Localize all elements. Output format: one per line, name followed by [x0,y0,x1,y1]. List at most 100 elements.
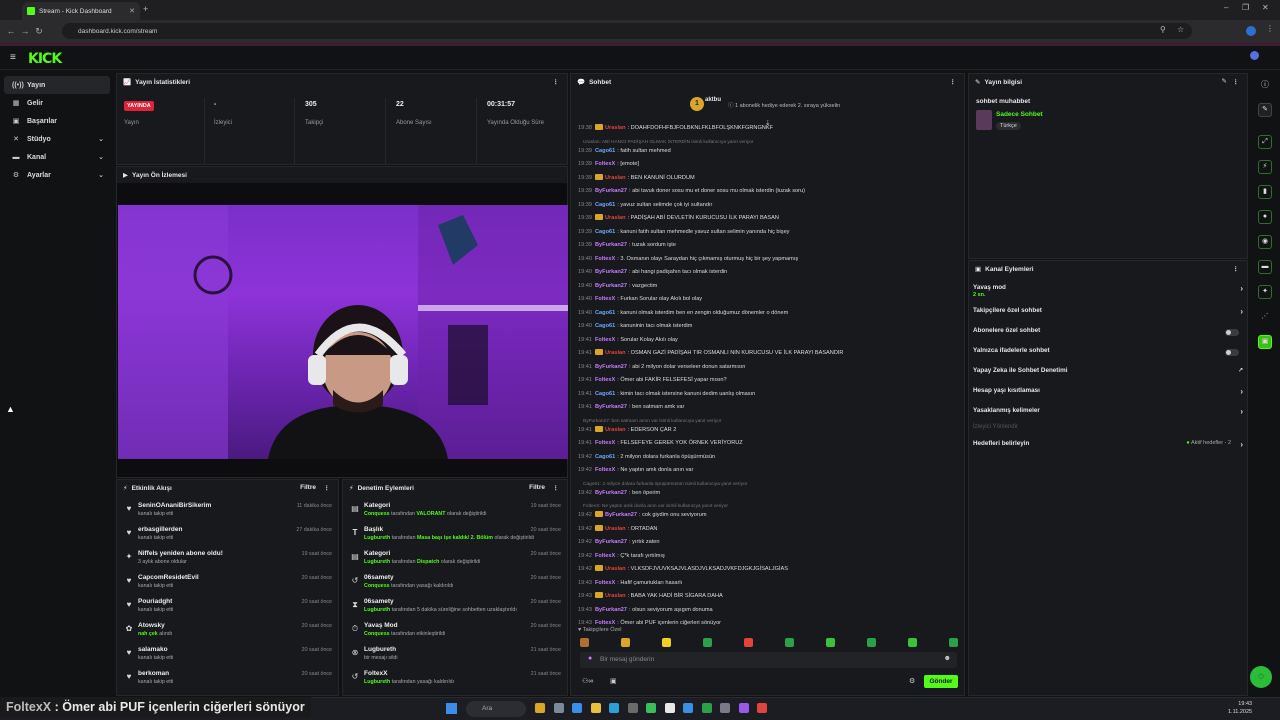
chat-username[interactable]: ByFurkan27 [595,242,627,248]
chat-username[interactable]: Cago61 [595,202,615,208]
taskbar-search[interactable]: Ara [466,701,526,717]
chat-message[interactable]: 19:39 ByFurkan27: abi tavuk doner sosu mu… [578,187,963,195]
category-name[interactable]: Sadece Sohbet [996,111,1043,118]
chat-message[interactable]: 19:41 ByFurkan27: ben satmam amk var [578,403,963,411]
emote-icon[interactable] [621,638,630,647]
channel-action-row[interactable]: Yapay Zeka ile Sohbet Denetimi ↗ [973,367,1243,381]
chat-username[interactable]: FoltexX [595,620,615,626]
chat-message[interactable]: 19:42 FoltexX: Ç*k tarafı yırtılmış [578,552,963,560]
taskbar-app-icon[interactable] [646,703,656,713]
activity-item[interactable]: ♥ erbasgillerden kanalı takip etti 27 dakik… [120,524,338,548]
chat-message[interactable]: 19:39 ByFurkan27: tuzak sordum işte [578,241,963,249]
rail-nodes-icon[interactable]: ⋰ [1258,310,1272,324]
browser-tab[interactable]: Stream - Kick Dashboard ✕ [22,2,140,20]
moderation-filter-button[interactable]: Filtre [529,484,545,491]
chat-message[interactable]: 19:41 ByFurkan27: abi 2 milyon dolar vers… [578,363,963,371]
chat-username[interactable]: ByFurkan27 [595,404,627,410]
emote-icon[interactable] [580,638,589,647]
chat-message[interactable]: 19:42 Uraslan: ORTADAN [578,524,963,533]
moderation-menu-icon[interactable]: ⋮ [553,484,560,492]
chat-message[interactable]: 19:40 Cago61: kanuninin tacı olmak isterd… [578,322,963,330]
moderation-item[interactable]: ↺ 06samety Conquess tarafından yasağı kald… [346,572,567,596]
chat-message[interactable]: 19:43 ByFurkan27: olsun seviyorum aşıgım … [578,606,963,614]
taskbar-app-icon[interactable] [553,703,564,713]
activity-item[interactable]: ♥ berkoman kanalı takip etti 20 saat önce [120,668,338,692]
emote-icon[interactable] [826,638,835,647]
chat-message[interactable]: 19:42 ByFurkan27: cok giydim onu seviyoru… [578,511,963,519]
chat-message[interactable]: 19:43 FoltexX: Hafif çamuriukları hasarlı [578,579,963,587]
chat-username[interactable]: FoltexX [595,377,615,383]
chat-message[interactable]: 19:40 ByFurkan27: abi hangi padişahın tac… [578,268,963,276]
chat-message[interactable]: 19:42 FoltexX: Ne yaptın amk donla anın v… [578,466,963,474]
activity-item[interactable]: ✦ Niffels yeniden abone oldu! 3 aylık abon… [120,548,338,572]
chat-username[interactable]: ByFurkan27 [595,364,627,370]
chat-username[interactable]: FoltexX [595,580,615,586]
chat-users-icon[interactable]: ⚇∞ [582,677,593,685]
rail-pencil-icon[interactable]: ✎ [1258,103,1272,117]
chat-message[interactable]: 19:43 FoltexX: Ömer abi PUF içenlerin ciğ… [578,619,963,627]
url-field[interactable]: dashboard.kick.com/stream [62,23,1192,39]
rail-broadcast-icon[interactable]: ◉ [1258,235,1272,249]
chat-username[interactable]: ByFurkan27 [605,512,637,518]
new-tab-icon[interactable]: + [143,4,148,14]
activity-user[interactable]: salamako [138,646,168,653]
slow-mode-row[interactable]: Yavaş mod 2 sn. › [973,284,1243,298]
moderation-item[interactable]: ⏱ Yavaş Mod Conquess tarafından etkinleşti… [346,620,567,644]
channel-action-row[interactable]: Takipçilere özel sohbet › [973,307,1243,321]
rail-lightning-icon[interactable]: ⚡ [1258,160,1272,174]
chat-message[interactable]: 19:40 ByFurkan27: vazgectim [578,282,963,290]
emote-icon[interactable] [867,638,876,647]
channel-action-row[interactable]: Abonelere özel sohbet [973,327,1243,341]
chat-message[interactable]: 19:41 Uraslan: OSMAN GAZİ PADİŞAH TIR OSM… [578,349,963,357]
chat-username[interactable]: FoltexX [595,467,615,473]
chat-username[interactable]: Cago61 [595,391,615,397]
toggle-switch[interactable] [1225,329,1239,336]
back-icon[interactable]: ← [4,26,18,36]
chat-message[interactable]: 19:40 FoltexX: 3. Osmanın olayı Saraydan … [578,255,963,263]
chat-username[interactable]: ByFurkan27 [595,283,627,289]
taskbar-app-icon[interactable] [757,703,767,713]
chat-username[interactable]: FoltexX [595,553,615,559]
activity-user[interactable]: erbasgillerden [138,526,182,533]
taskbar-app-icon[interactable] [590,703,601,713]
activity-user[interactable]: Niffels yeniden abone oldu! [138,550,223,557]
chat-username[interactable]: ByFurkan27 [595,269,627,275]
hamburger-menu-icon[interactable]: ≡ [10,52,16,63]
stats-menu-icon[interactable]: ⋮ [553,78,560,86]
emote-icon[interactable] [703,638,712,647]
moderator-name[interactable]: Lugbureth [364,607,390,613]
moderator-name[interactable]: Lugbureth [364,535,390,541]
channel-action-row[interactable]: Hesap yaşı kısıtlaması › [973,387,1243,401]
rail-expand-icon[interactable]: ⤢ [1258,135,1272,149]
activity-item[interactable]: ✿ Atowsky nah çek alındı 20 saat önce [120,620,338,644]
chat-message[interactable]: 19:39 Uraslan: BEN KANUNİ OLURDUM [578,173,963,182]
chat-message[interactable]: 19:42 ByFurkan27: ben öperim [578,489,963,497]
chat-username[interactable]: Cago61 [595,310,615,316]
help-chat-button[interactable]: ◌ [1250,666,1272,688]
chat-message[interactable]: 19:41 Uraslan: EDERSON ÇAR 2 [578,425,963,434]
chat-username[interactable]: Uraslan [605,566,626,572]
chat-message[interactable]: 19:39 Cago61: fatih sultan mehmed [578,147,963,155]
chat-menu-icon[interactable]: ⋮ [950,78,957,86]
rail-chat-icon[interactable]: ● [1258,210,1272,224]
sidebar-item-studyo[interactable]: ✕ Stüdyo ⌄ [4,130,110,148]
chat-username[interactable]: FoltexX [595,161,615,167]
chat-message[interactable]: 19:39 Uraslan: PADİŞAH ABİ DEVLETİN KURUC… [578,214,963,222]
chat-message[interactable]: 19:39 Cago61: yavuz sultan selimde çok iy… [578,201,963,209]
activity-user[interactable]: Pouriadght [138,598,172,605]
chat-message[interactable]: 19:41 FoltexX: Sorular Kolay Akılı olay [578,336,963,344]
taskbar-clock[interactable]: 19:43 1.11.2025 [1228,700,1252,716]
moderation-item[interactable]: ⊗ Lugbureth bir mesajı sildi 21 saat önce [346,644,567,668]
emote-icon[interactable] [908,638,917,647]
chat-input[interactable]: ● Bir mesaj gönderin ☻ [580,652,957,668]
sidebar-item-gelir[interactable]: ▦ Gelir [4,94,110,112]
chat-username[interactable]: Cago61 [595,454,615,460]
activity-item[interactable]: ♥ CapcomResidetEvil kanalı takip etti 20 sa… [120,572,338,596]
chat-username[interactable]: ByFurkan27 [595,539,627,545]
goals-row[interactable]: Hedefleri belirleyin ● Aktif hedefler - … [973,440,1243,454]
zoom-icon[interactable]: ⚲ [1160,25,1166,34]
taskbar-app-icon[interactable] [535,703,545,713]
channel-actions-menu-icon[interactable]: ⋮ [1233,265,1240,273]
reload-icon[interactable]: ↻ [32,26,46,37]
chat-message[interactable]: 19:42 Uraslan: VLKSDFJVUVKSAJVLASDJVLKSAD… [578,565,963,573]
